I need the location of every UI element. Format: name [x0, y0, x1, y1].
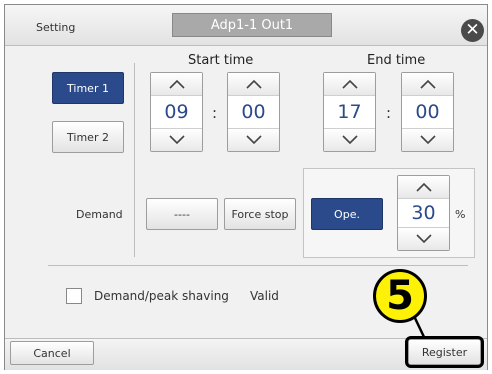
- chevron-down-icon: [415, 234, 432, 244]
- end-minute-up-button[interactable]: [402, 73, 453, 96]
- chevron-down-icon: [341, 135, 358, 145]
- end-minute-down-button[interactable]: [402, 128, 453, 151]
- start-minute-down-button[interactable]: [228, 128, 279, 151]
- section-divider-horizontal: [48, 265, 468, 266]
- demand-label: Demand: [76, 208, 123, 221]
- chevron-up-icon: [245, 79, 262, 89]
- percent-up-button[interactable]: [398, 176, 449, 199]
- start-hour-value[interactable]: 09: [151, 95, 202, 129]
- chevron-down-icon: [419, 135, 436, 145]
- percent-down-button[interactable]: [398, 227, 449, 250]
- chevron-down-icon: [168, 135, 185, 145]
- start-hour-spinner: 09: [150, 72, 203, 152]
- peak-shaving-label: Demand/peak shaving: [94, 289, 229, 303]
- cancel-button[interactable]: Cancel: [10, 341, 94, 365]
- peak-shaving-status: Valid: [250, 289, 279, 303]
- percent-unit: %: [455, 208, 466, 221]
- start-hour-down-button[interactable]: [151, 128, 202, 151]
- end-hour-value[interactable]: 17: [324, 95, 375, 129]
- end-minute-spinner: 00: [401, 72, 454, 152]
- ope-button[interactable]: Ope.: [311, 198, 383, 230]
- start-time-separator: :: [212, 104, 218, 122]
- step-number-badge: 5: [373, 269, 427, 323]
- close-icon[interactable]: ✕: [461, 19, 484, 42]
- start-minute-value[interactable]: 00: [228, 95, 279, 129]
- end-hour-down-button[interactable]: [324, 128, 375, 151]
- chevron-up-icon: [341, 79, 358, 89]
- start-minute-spinner: 00: [227, 72, 280, 152]
- timer2-button[interactable]: Timer 2: [52, 121, 124, 153]
- setting-label: Setting: [36, 21, 76, 34]
- chevron-up-icon: [419, 79, 436, 89]
- chevron-up-icon: [415, 182, 432, 192]
- end-time-label: End time: [367, 53, 426, 68]
- chevron-down-icon: [245, 135, 262, 145]
- demand-off-button[interactable]: ----: [146, 198, 218, 230]
- end-time-separator: :: [386, 104, 392, 122]
- start-time-label: Start time: [188, 53, 254, 68]
- dialog-title: Adp1-1 Out1: [172, 13, 332, 37]
- start-minute-up-button[interactable]: [228, 73, 279, 96]
- annotation-pointer-arrow: [412, 315, 426, 338]
- chevron-up-icon: [168, 79, 185, 89]
- section-divider-vertical: [134, 63, 135, 257]
- end-hour-spinner: 17: [323, 72, 376, 152]
- end-minute-value[interactable]: 00: [402, 95, 453, 129]
- peak-shaving-checkbox[interactable]: [66, 288, 82, 304]
- demand-percent-spinner: 30: [397, 175, 450, 251]
- percent-value[interactable]: 30: [398, 198, 449, 228]
- start-hour-up-button[interactable]: [151, 73, 202, 96]
- end-hour-up-button[interactable]: [324, 73, 375, 96]
- timer1-button[interactable]: Timer 1: [52, 72, 124, 104]
- force-stop-button[interactable]: Force stop: [224, 198, 296, 230]
